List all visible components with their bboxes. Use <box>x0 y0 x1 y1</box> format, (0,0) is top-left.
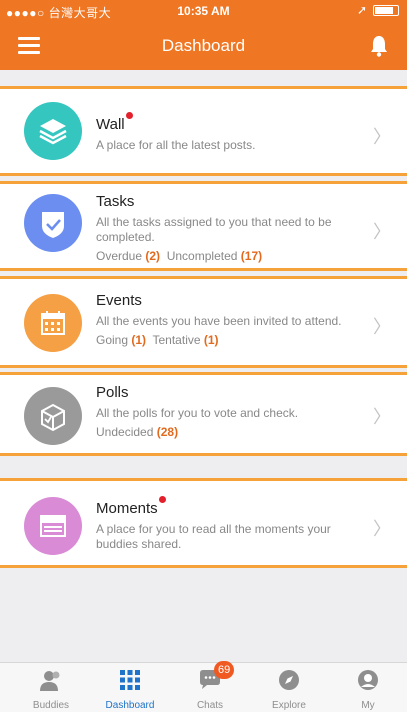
tab-label: My <box>361 700 375 711</box>
compass-icon <box>279 670 299 690</box>
stat-label: Tentative <box>152 333 201 347</box>
card-title: Wall <box>96 112 133 133</box>
layers-icon <box>24 102 82 160</box>
buddies-icon <box>40 671 60 691</box>
moments-icon <box>24 497 82 555</box>
card-title: Tasks <box>96 193 135 210</box>
card-events-text: Events All the events you have been invi… <box>96 292 367 347</box>
stat-value: (1) <box>203 333 219 347</box>
chevron-right-icon: 〉 <box>373 317 391 337</box>
chevron-right-icon: 〉 <box>373 222 391 242</box>
card-description: All the tasks assigned to you that need … <box>96 215 332 244</box>
card-wall[interactable]: Wall A place for all the latest posts. 〉 <box>0 86 407 176</box>
card-wall-text: Wall A place for all the latest posts. <box>96 112 367 153</box>
ballot-box-icon <box>24 387 82 445</box>
profile-icon <box>358 670 378 690</box>
card-polls-text: Polls All the polls for you to vote and … <box>96 384 367 439</box>
card-events[interactable]: Events All the events you have been invi… <box>0 276 407 368</box>
clock: 10:35 AM <box>177 4 230 18</box>
stat-label: Going <box>96 333 129 347</box>
stat-value: (28) <box>156 425 179 439</box>
dashboard-grid-icon <box>120 670 140 690</box>
stat-label: Overdue <box>96 249 143 263</box>
unread-dot <box>125 112 133 119</box>
card-description: A place for you to read all the moments … <box>96 522 331 551</box>
chevron-right-icon: 〉 <box>373 519 391 539</box>
chevron-right-icon: 〉 <box>373 127 391 147</box>
chat-badge: 69 <box>214 661 235 679</box>
card-title: Events <box>96 292 142 309</box>
tab-label: Explore <box>272 700 306 711</box>
card-moments-text: Moments A place for you to read all the … <box>96 496 367 552</box>
card-description: All the polls for you to vote and check. <box>96 406 299 420</box>
calendar-icon <box>24 294 82 352</box>
card-polls[interactable]: Polls All the polls for you to vote and … <box>0 372 407 456</box>
status-bar: ●●●●○ 台灣大哥大 10:35 AM ➚ <box>0 0 407 22</box>
stat-value: (1) <box>131 333 147 347</box>
tab-my[interactable]: My <box>328 663 407 712</box>
tab-dashboard[interactable]: Dashboard <box>90 663 170 712</box>
card-tasks[interactable]: Tasks All the tasks assigned to you that… <box>0 181 407 271</box>
page-title: Dashboard <box>161 36 246 55</box>
card-description: All the events you have been invited to … <box>96 314 342 328</box>
card-description: A place for all the latest posts. <box>96 138 256 152</box>
top-bar: ●●●●○ 台灣大哥大 10:35 AM ➚ Dashboard <box>0 0 407 70</box>
tab-bar: Buddies Dashboard 69 Chats Explore My <box>0 661 407 712</box>
stat-label: Uncompleted <box>166 249 238 263</box>
card-stats: Going (1) Tentative (1) <box>96 333 367 347</box>
card-stats: Overdue (2) Uncompleted (17) <box>96 249 367 263</box>
card-title: Polls <box>96 384 129 401</box>
dashboard-screen: ●●●●○ 台灣大哥大 10:35 AM ➚ Dashboard Wall A … <box>0 0 407 712</box>
tab-label: Chats <box>196 700 224 711</box>
shield-check-icon <box>24 194 82 252</box>
battery-icon <box>373 5 399 16</box>
stat-value: (2) <box>145 249 161 263</box>
chevron-right-icon: 〉 <box>373 407 391 427</box>
stat-label: Undecided <box>96 425 154 439</box>
card-title: Moments <box>96 496 166 517</box>
card-moments[interactable]: Moments A place for you to read all the … <box>0 478 407 568</box>
location-icon: ➚ <box>356 3 367 17</box>
unread-dot <box>158 496 166 503</box>
tab-chats[interactable]: 69 Chats <box>170 661 250 712</box>
tab-explore[interactable]: Explore <box>249 663 329 712</box>
tab-label: Dashboard <box>105 700 155 711</box>
bell-icon[interactable] <box>369 34 389 58</box>
card-tasks-text: Tasks All the tasks assigned to you that… <box>96 193 367 263</box>
nav-bar: Dashboard <box>0 22 407 70</box>
stat-value: (17) <box>240 249 263 263</box>
tab-label: Buddies <box>32 700 70 711</box>
card-stats: Undecided (28) <box>96 425 367 439</box>
tab-buddies[interactable]: Buddies <box>11 663 91 712</box>
